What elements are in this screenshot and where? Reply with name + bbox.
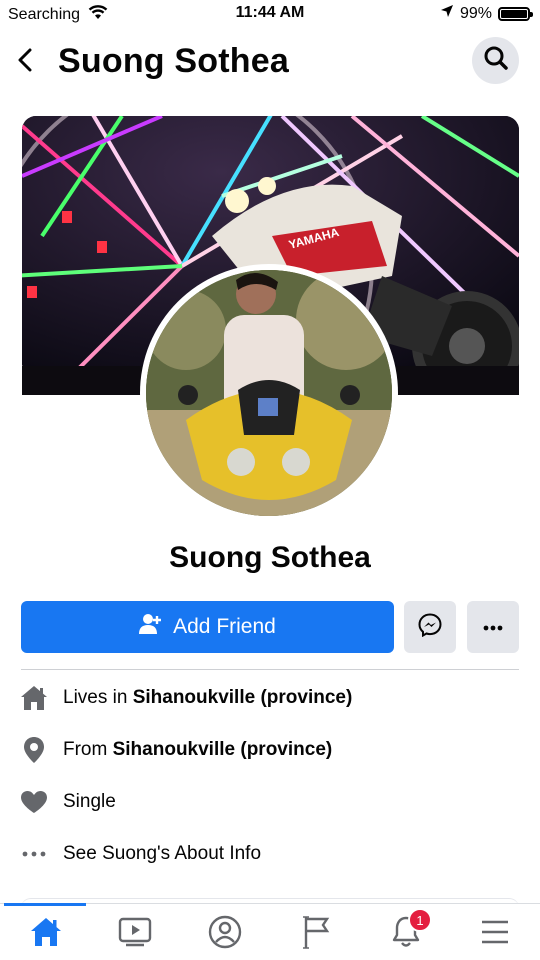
status-bar: Searching 11:44 AM 99% <box>0 0 540 28</box>
from-text: From Sihanoukville (province) <box>63 739 332 761</box>
tab-menu[interactable] <box>473 914 517 954</box>
home-icon <box>20 684 48 712</box>
flag-icon <box>302 915 330 954</box>
from-prefix: From <box>63 739 113 760</box>
tab-profile[interactable] <box>203 914 247 954</box>
info-from: From Sihanoukville (province) <box>20 730 332 770</box>
status-right: 99% <box>440 4 533 23</box>
add-friend-label: Add Friend <box>173 615 276 638</box>
tab-watch[interactable] <box>113 914 157 954</box>
hamburger-menu-icon <box>480 919 510 950</box>
profile-picture[interactable] <box>140 264 398 522</box>
search-icon <box>483 45 509 76</box>
bottom-tab-bar: 1 <box>0 903 540 960</box>
battery-icon <box>498 6 533 21</box>
back-button[interactable] <box>8 40 42 84</box>
battery-fill <box>501 9 527 18</box>
location-arrow-icon <box>440 4 454 23</box>
info-relationship: Single <box>20 782 116 822</box>
see-about-info-link[interactable]: See Suong's About Info <box>20 834 261 874</box>
lives-in-place[interactable]: Sihanoukville (province) <box>133 687 353 708</box>
from-place[interactable]: Sihanoukville (province) <box>113 739 333 760</box>
tab-notifications[interactable]: 1 <box>384 908 432 954</box>
home-icon <box>30 917 62 952</box>
add-user-icon <box>139 613 163 641</box>
more-dots-icon <box>20 840 48 868</box>
more-button[interactable] <box>467 601 519 653</box>
profile-icon <box>208 915 242 954</box>
tab-pages[interactable] <box>294 914 338 954</box>
profile-header: Suong Sothea <box>0 34 540 90</box>
messenger-button[interactable] <box>404 601 456 653</box>
search-button[interactable] <box>472 37 519 84</box>
heart-icon <box>20 788 48 816</box>
page-title: Suong Sothea <box>58 42 289 80</box>
tab-home[interactable] <box>24 914 68 954</box>
lives-in-prefix: Lives in <box>63 687 133 708</box>
divider <box>21 669 519 670</box>
location-pin-icon <box>20 736 48 764</box>
relationship-text: Single <box>63 791 116 812</box>
add-friend-button[interactable]: Add Friend <box>21 601 394 653</box>
notification-badge: 1 <box>408 908 432 932</box>
info-lives-in: Lives in Sihanoukville (province) <box>20 678 352 718</box>
active-tab-indicator <box>4 903 86 906</box>
chevron-left-icon <box>18 48 32 77</box>
messenger-icon <box>418 612 442 642</box>
avatar <box>146 270 392 516</box>
more-dots-icon <box>483 618 503 636</box>
lives-in-text: Lives in Sihanoukville (province) <box>63 687 352 709</box>
battery-percent: 99% <box>459 4 492 22</box>
profile-name: Suong Sothea <box>169 541 371 574</box>
about-link-text: See Suong's About Info <box>63 843 262 864</box>
video-icon <box>118 917 152 952</box>
